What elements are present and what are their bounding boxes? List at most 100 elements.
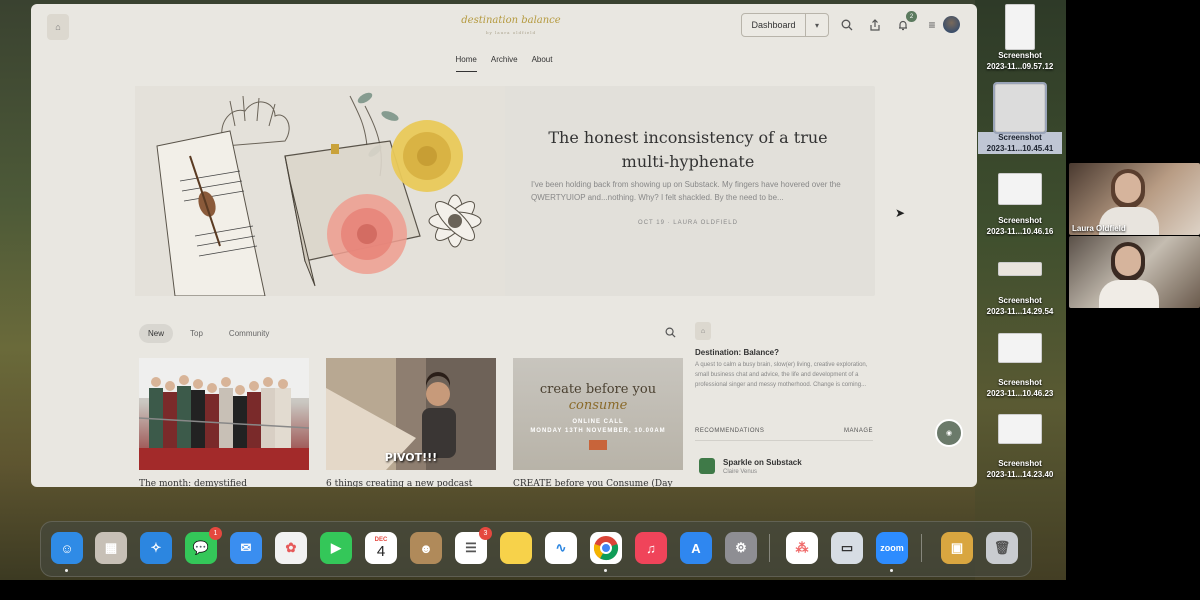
contacts-icon[interactable]: ☻: [410, 532, 442, 564]
menu-icon[interactable]: ≡: [924, 17, 940, 33]
asana-icon[interactable]: ⁂: [786, 532, 818, 564]
post-thumbnail[interactable]: create before you consume ONLINE CALL MO…: [513, 358, 683, 470]
publication-title[interactable]: Destination: Balance?: [695, 348, 779, 357]
file-thumbnail: [998, 414, 1042, 444]
file-name: Screenshot: [978, 132, 1062, 143]
nav-home[interactable]: Home: [455, 52, 477, 72]
freeform-icon[interactable]: ∿: [545, 532, 577, 564]
launchpad-icon[interactable]: ▦: [95, 532, 127, 564]
reminders-icon[interactable]: ☰ 3: [455, 527, 492, 564]
brand-tagline: by laura oldfield: [485, 30, 537, 35]
music-icon[interactable]: ♫: [635, 532, 667, 564]
system-settings-icon[interactable]: ⚙: [725, 532, 757, 564]
app-store-icon[interactable]: A: [680, 532, 712, 564]
archive-utility-icon[interactable]: ▣: [941, 532, 973, 564]
post-thumbnail-subheading: ONLINE CALL MONDAY 13TH NOVEMBER, 10.00A…: [513, 418, 683, 436]
post-thumbnail-heading-b: consume: [568, 398, 628, 413]
zoom-icon[interactable]: zoom: [876, 532, 908, 564]
nav-about[interactable]: About: [532, 52, 553, 72]
file-date: 2023-11...14.29.54: [986, 307, 1054, 316]
file-thumbnail: [998, 333, 1042, 363]
featured-post-excerpt: I've been holding back from showing up o…: [531, 180, 841, 202]
dashboard-label[interactable]: Dashboard: [742, 14, 806, 36]
featured-illustration[interactable]: [135, 86, 505, 296]
post-thumbnail[interactable]: [139, 358, 309, 470]
share-icon[interactable]: [867, 17, 883, 33]
mouse-cursor-icon: ➤: [895, 206, 906, 220]
publication-description: A quest to calm a busy brain, slow(er) l…: [695, 362, 868, 388]
post-card-title[interactable]: The month: demystified: [139, 479, 309, 487]
file-date: 2023-11...09.57.12: [986, 62, 1054, 71]
facetime-icon[interactable]: ▶: [320, 532, 352, 564]
notes-icon[interactable]: [500, 532, 532, 564]
tab-new[interactable]: New: [139, 324, 174, 343]
desktop-file[interactable]: Screenshot 2023-11...09.57.12: [978, 4, 1062, 72]
dock: ☺ ▦ ✧ 💬 1 ✉ ✿ ▶ DEC 4 ☻ ☰ 3 ∿ ♫ A ⚙ ⁂ ▭ …: [40, 521, 1032, 577]
manage-link[interactable]: MANAGE: [844, 428, 873, 434]
featured-post-title[interactable]: The honest inconsistency of a true multi…: [523, 126, 853, 174]
messages-badge: 1: [209, 527, 222, 540]
file-name: Screenshot: [998, 51, 1042, 60]
file-date: 2023-11...10.45.41: [978, 143, 1062, 154]
brand-logo[interactable]: destination balance by laura oldfield: [451, 16, 571, 38]
file-date: 2023-11...14.23.40: [986, 470, 1054, 479]
tab-community[interactable]: Community: [220, 324, 278, 343]
mail-icon[interactable]: ✉: [230, 532, 262, 564]
file-date: 2023-11...10.46.16: [986, 227, 1054, 236]
notification-badge: 2: [906, 11, 917, 22]
chevron-down-icon[interactable]: ▾: [806, 14, 828, 36]
recommendation-name[interactable]: Sparkle on Substack: [723, 458, 802, 467]
calendar-icon[interactable]: DEC 4: [365, 532, 397, 564]
tab-top[interactable]: Top: [181, 324, 212, 343]
site-header: ⌂ destination balance by laura oldfield …: [31, 4, 977, 48]
trash-icon[interactable]: 🗑: [986, 532, 1018, 564]
running-indicator: [604, 569, 607, 572]
post-thumbnail-subheading-b: MONDAY 13TH NOVEMBER, 10.00AM: [530, 428, 666, 434]
recommendations-label: RECOMMENDATIONS: [695, 428, 765, 434]
photos-icon[interactable]: ✿: [275, 532, 307, 564]
file-thumbnail: [998, 262, 1042, 276]
dashboard-button[interactable]: Dashboard ▾: [741, 13, 829, 37]
post-card[interactable]: create before you consume ONLINE CALL MO…: [513, 358, 683, 487]
dock-separator: [769, 534, 770, 562]
desktop-file[interactable]: Screenshot 2023-11...14.29.54: [978, 262, 1062, 317]
file-name: Screenshot: [998, 216, 1042, 225]
featured-post-meta: OCT 19 · LAURA OLDFIELD: [638, 220, 738, 226]
messages-icon[interactable]: 💬 1: [185, 527, 222, 564]
participant-name: Laura Oldfield: [1072, 224, 1126, 233]
post-thumbnail-overlay: PIVOT!!!: [384, 451, 438, 464]
brand-name: destination balance: [461, 15, 561, 26]
preview-icon[interactable]: ▭: [831, 532, 863, 564]
file-name: Screenshot: [998, 459, 1042, 468]
file-name: Screenshot: [998, 378, 1042, 387]
desktop-file[interactable]: Screenshot 2023-11...14.23.40: [978, 414, 1062, 480]
user-avatar[interactable]: [943, 16, 960, 33]
chrome-icon[interactable]: [590, 532, 622, 564]
post-thumbnail-heading-a: create before you: [539, 382, 657, 397]
recommendation-item[interactable]: Sparkle on Substack Claire Venus: [699, 458, 802, 475]
reminders-badge: 3: [479, 527, 492, 540]
post-card[interactable]: The month: demystified: [139, 358, 309, 487]
video-tile-self[interactable]: [1069, 236, 1200, 308]
nav-archive[interactable]: Archive: [491, 52, 518, 72]
search-icon[interactable]: [839, 17, 855, 33]
post-card-title[interactable]: 6 things creating a new podcast: [326, 479, 496, 487]
file-name: Screenshot: [998, 296, 1042, 305]
desktop-file[interactable]: Screenshot 2023-11...10.46.16: [978, 173, 1062, 237]
post-thumbnail[interactable]: PIVOT!!!: [326, 358, 496, 470]
desktop-file[interactable]: Screenshot 2023-11...10.45.41: [978, 82, 1062, 154]
floating-widget-button[interactable]: ◉: [935, 419, 963, 447]
post-card[interactable]: PIVOT!!! 6 things creating a new podcast: [326, 358, 496, 487]
safari-icon[interactable]: ✧: [140, 532, 172, 564]
desktop-file[interactable]: Screenshot 2023-11...10.46.23: [978, 333, 1062, 399]
finder-icon[interactable]: ☺: [51, 532, 83, 564]
publication-logo[interactable]: ⌂: [47, 14, 69, 40]
participant-face: [1115, 246, 1141, 276]
participant-face: [1115, 173, 1141, 203]
publication-logo-small[interactable]: ⌂: [695, 322, 711, 340]
post-search-icon[interactable]: [665, 327, 676, 341]
post-thumbnail-accent: [589, 440, 607, 450]
recommendation-icon: [699, 458, 715, 474]
featured-post[interactable]: The honest inconsistency of a true multi…: [135, 86, 875, 296]
post-card-title[interactable]: CREATE before you Consume (Day: [513, 479, 683, 487]
